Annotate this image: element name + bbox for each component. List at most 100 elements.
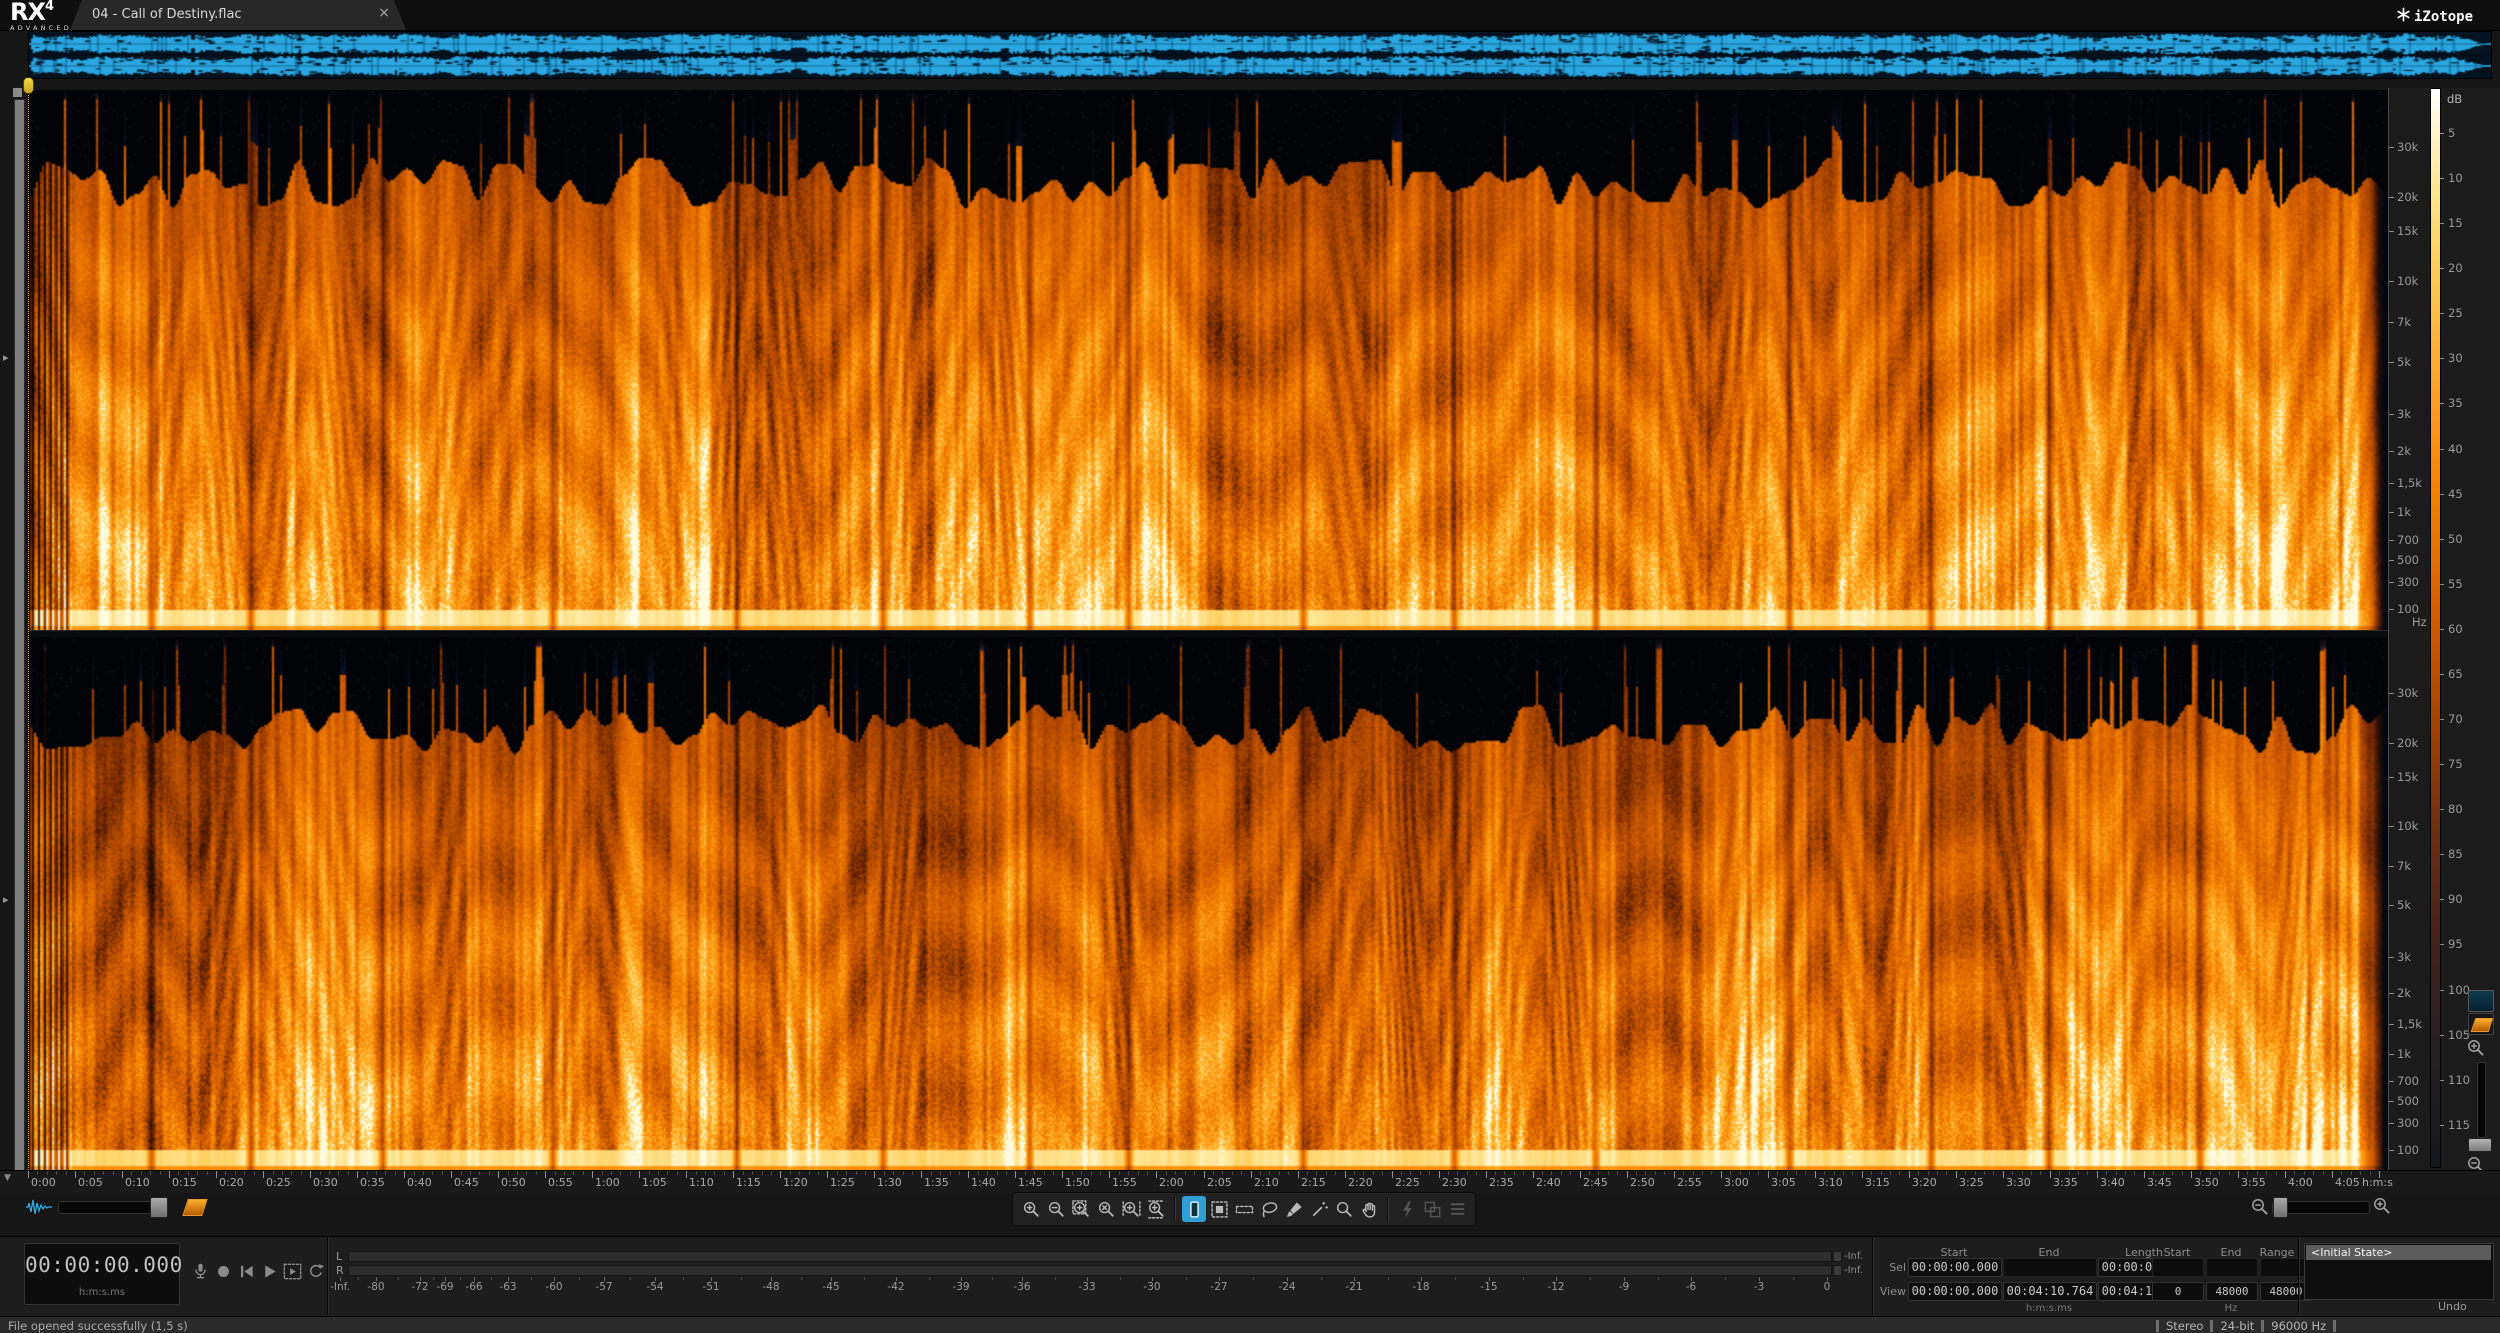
time-tick [178, 1171, 179, 1175]
time-tick [1185, 1171, 1186, 1175]
freq-tick-label: 5k [2397, 355, 2411, 369]
overview-waveform[interactable] [29, 32, 2491, 78]
zoom-time-tool[interactable] [1119, 1196, 1143, 1222]
zoom-full-tool[interactable] [1094, 1196, 1118, 1222]
file-tab[interactable]: 04 - Call of Destiny.flac × [70, 0, 406, 30]
blend-slider-handle[interactable] [150, 1197, 168, 1218]
record-button[interactable] [213, 1259, 234, 1283]
time-tick [1542, 1171, 1543, 1175]
instant-process-tool[interactable] [1395, 1196, 1419, 1222]
options-list-tool[interactable] [1445, 1196, 1469, 1222]
view-row-label: View [1879, 1285, 1906, 1298]
spectrogram-left-channel[interactable] [28, 90, 2388, 630]
freq-tick [2389, 414, 2394, 415]
waveform-blend-icon[interactable] [26, 1198, 52, 1216]
horizontal-zoom-out-icon[interactable] [2250, 1197, 2270, 1217]
record-monitor-button[interactable] [190, 1259, 211, 1283]
time-tick [103, 1171, 104, 1175]
time-tick [865, 1171, 866, 1175]
time-tick [2341, 1171, 2342, 1175]
sel-end-field[interactable] [2003, 1258, 2097, 1277]
meter-readout-right: -Inf. [1844, 1265, 1863, 1276]
waveform-view-thumbnail[interactable] [2468, 990, 2494, 1012]
view-start-field[interactable]: 00:00:00.000 [1908, 1282, 2002, 1301]
grab-tool[interactable] [1357, 1196, 1381, 1222]
time-tick-label: 3:45 [2147, 1176, 2172, 1189]
time-tick [752, 1171, 753, 1175]
frequency-selection-tool[interactable] [1232, 1196, 1256, 1222]
view-freq-end-field[interactable]: 48000 [2206, 1282, 2258, 1301]
view-freq-start-field[interactable]: 0 [2152, 1282, 2204, 1301]
sel-start-field[interactable]: 00:00:00.000 [1908, 1258, 2002, 1277]
right-channel-arrow-icon[interactable]: ▸ [3, 893, 9, 906]
view-end-field[interactable]: 00:04:10.764 [2003, 1282, 2097, 1301]
vertical-scrollbar[interactable] [14, 99, 25, 1172]
time-tick [630, 1171, 631, 1175]
vertical-zoom-handle[interactable] [2468, 1138, 2492, 1152]
time-tick [724, 1171, 725, 1175]
time-tick [2332, 1171, 2333, 1178]
db-tick [2440, 1035, 2444, 1036]
time-tick [47, 1171, 48, 1175]
playhead-marker[interactable] [23, 77, 34, 94]
spectrogram-view-thumbnail[interactable] [2468, 1013, 2494, 1035]
zoom-frequency-tool[interactable] [1144, 1196, 1168, 1222]
meter-minor-tick [460, 1277, 461, 1280]
zoom-in-tool[interactable] [1019, 1196, 1043, 1222]
freq-tick-label: 1k [2397, 1047, 2411, 1061]
meter-minor-tick [1388, 1277, 1389, 1280]
freq-tick [2389, 540, 2394, 541]
time-tick-label: 0:45 [454, 1176, 479, 1189]
find-similar-tool[interactable] [1332, 1196, 1356, 1222]
freq-tick-label: 500 [2397, 1094, 2419, 1108]
horizontal-zoom-handle[interactable] [2273, 1197, 2288, 1218]
zoom-selection-tool[interactable] [1069, 1196, 1093, 1222]
time-selection-tool[interactable] [1182, 1196, 1206, 1222]
go-to-start-button[interactable] [236, 1259, 257, 1283]
time-tick [56, 1171, 57, 1175]
time-tick-label: 4:05 [2335, 1176, 2360, 1189]
time-tick [1298, 1171, 1299, 1178]
time-frequency-selection-tool[interactable] [1207, 1196, 1231, 1222]
time-tick [66, 1171, 67, 1175]
left-channel-arrow-icon[interactable]: ▸ [3, 351, 9, 364]
horizontal-zoom-in-icon[interactable] [2372, 1196, 2392, 1216]
time-tick [188, 1171, 189, 1175]
db-tick [2440, 854, 2444, 855]
vertical-zoom-slider[interactable] [2477, 1062, 2486, 1138]
magic-wand-tool[interactable] [1307, 1196, 1331, 1222]
db-tick [2440, 494, 2444, 495]
time-tick [1053, 1171, 1054, 1175]
brush-selection-tool[interactable] [1282, 1196, 1306, 1222]
close-tab-icon[interactable]: × [378, 5, 390, 21]
time-tick [1457, 1171, 1458, 1175]
sel-freq-end-field[interactable] [2206, 1258, 2258, 1277]
time-tick [2370, 1171, 2371, 1175]
spectrogram-blend-icon[interactable] [182, 1199, 208, 1216]
time-tick [75, 1171, 76, 1178]
time-tick [489, 1171, 490, 1175]
time-ruler[interactable]: ▼ h:m:s 0:00 0:05 0:10 0:15 0:20 0:25 0:30 0:35… [0, 1170, 2500, 1193]
time-tick [1335, 1171, 1336, 1175]
time-tick-label: 0:25 [266, 1176, 291, 1189]
sel-row-label: Sel [1889, 1261, 1906, 1274]
vertical-zoom-in-icon[interactable] [2466, 1038, 2486, 1058]
spectrogram-right-channel[interactable] [28, 637, 2388, 1170]
sel-freq-start-field[interactable] [2152, 1258, 2204, 1277]
undo-history-selected-item[interactable]: <Initial State> [2306, 1245, 2491, 1260]
db-tick [2440, 584, 2444, 585]
play-selection-button[interactable] [282, 1259, 303, 1283]
db-tick-label: 55 [2448, 577, 2463, 591]
time-tick [1702, 1171, 1703, 1175]
compare-tool[interactable] [1420, 1196, 1444, 1222]
panel-separator [1872, 1237, 1874, 1314]
freq-tick [2389, 957, 2394, 958]
time-tick [329, 1171, 330, 1175]
play-button[interactable] [259, 1259, 280, 1283]
lasso-selection-tool[interactable] [1257, 1196, 1281, 1222]
time-tick [1401, 1171, 1402, 1175]
zoom-out-tool[interactable] [1044, 1196, 1068, 1222]
loop-button[interactable] [305, 1259, 326, 1283]
freq-tick-label: 3k [2397, 950, 2411, 964]
time-tick [1420, 1171, 1421, 1175]
